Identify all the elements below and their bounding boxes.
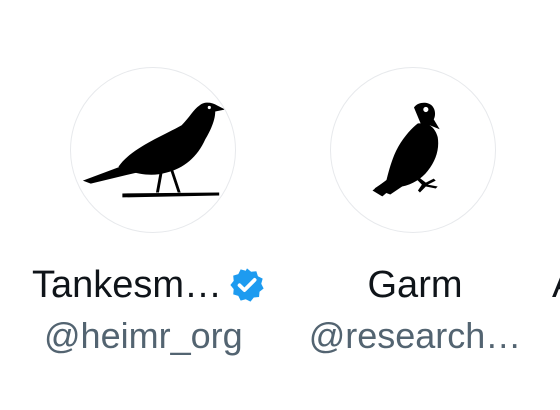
- name-row[interactable]: Tankesm…: [32, 262, 272, 308]
- display-name[interactable]: Garm: [368, 262, 463, 308]
- verified-badge-icon: [230, 268, 264, 302]
- suggested-accounts-strip: Tankesm… @heimr_org Garm @research…: [0, 0, 560, 410]
- account-card[interactable]: Garm @research…: [295, 0, 535, 410]
- avatar[interactable]: [330, 67, 496, 233]
- name-row[interactable]: Garm: [295, 262, 535, 308]
- raven-perched-icon: [82, 102, 226, 198]
- avatar[interactable]: [70, 67, 236, 233]
- handle[interactable]: @heimr_org: [44, 314, 284, 358]
- display-name[interactable]: Tankesm…: [32, 262, 222, 308]
- raven-sitting-icon: [372, 102, 440, 197]
- account-card[interactable]: Tankesm… @heimr_org: [32, 0, 275, 410]
- handle[interactable]: @research…: [295, 314, 535, 358]
- display-name[interactable]: A: [552, 262, 560, 308]
- account-card[interactable]: A: [552, 0, 560, 410]
